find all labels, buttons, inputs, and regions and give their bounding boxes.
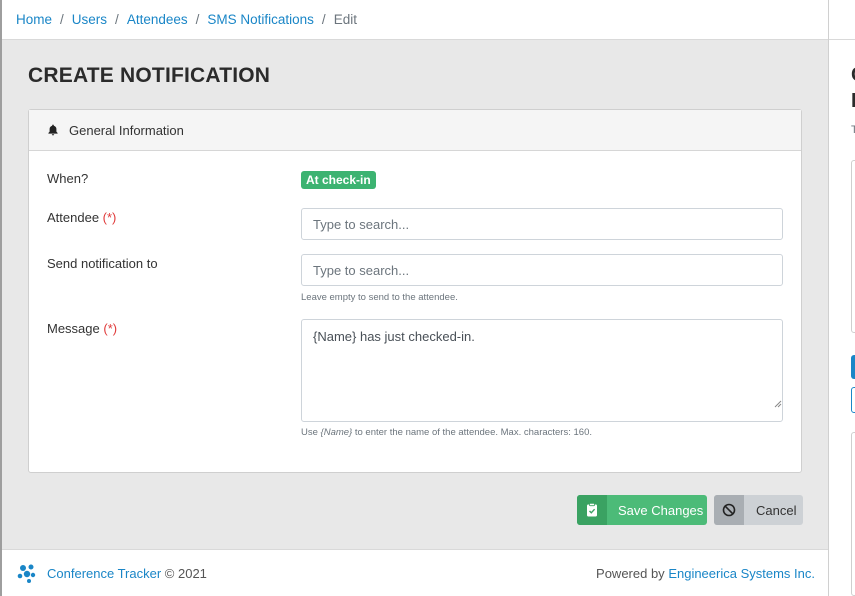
send-notification-to-label: Send notification to [47, 256, 158, 271]
ban-icon [714, 495, 744, 525]
breadcrumb-sms-notifications[interactable]: SMS Notifications [207, 12, 314, 27]
required-mark: (*) [102, 210, 117, 225]
cancel-label: Cancel [756, 502, 797, 518]
required-mark: (*) [103, 321, 118, 336]
breadcrumb-separator: / [60, 12, 64, 27]
general-information-card: General Information When? At check-in At… [28, 109, 802, 473]
right-panel-primary-button[interactable] [851, 355, 855, 379]
breadcrumb-current: Edit [333, 12, 357, 27]
attendee-label: Attendee (*) [47, 210, 117, 225]
send-to-help-text: Leave empty to send to the attendee. [301, 292, 458, 303]
save-changes-label: Save Changes [618, 502, 704, 518]
when-label: When? [47, 171, 89, 186]
right-panel-outline-button[interactable] [851, 387, 855, 413]
right-panel-title-fragment: I [851, 90, 855, 112]
card-header-title: General Information [69, 122, 184, 138]
name-token: {Name} [320, 427, 353, 438]
cancel-button[interactable]: Cancel [714, 495, 803, 525]
bell-icon [48, 124, 58, 136]
footer: Conference Tracker © 2021 Powered by Eng… [2, 549, 828, 596]
footer-app-link[interactable]: Conference Tracker [47, 566, 161, 581]
message-help-text: Use {Name} to enter the name of the atte… [301, 427, 592, 438]
message-textarea[interactable]: {Name} has just checked-in. [301, 319, 783, 422]
breadcrumb-separator: / [115, 12, 119, 27]
footer-copyright: Conference Tracker © 2021 [47, 565, 207, 581]
send-to-search-input[interactable] [301, 254, 783, 286]
resize-grip-icon[interactable] [774, 400, 782, 408]
breadcrumb-users[interactable]: Users [72, 12, 107, 27]
breadcrumb-separator: / [321, 12, 326, 27]
breadcrumb-attendees[interactable]: Attendees [127, 12, 188, 27]
footer-company-link[interactable]: Engineerica Systems Inc. [668, 566, 815, 581]
right-panel-card [851, 432, 855, 596]
conference-tracker-logo-icon [17, 564, 36, 583]
message-label: Message (*) [47, 321, 118, 336]
footer-powered-by: Powered by Engineerica Systems Inc. [596, 565, 815, 581]
right-panel-top-bar [829, 0, 855, 40]
right-panel-text-fragment: T [851, 124, 855, 136]
right-side-panel: C I T [828, 0, 855, 596]
breadcrumb-home[interactable]: Home [16, 12, 52, 27]
page-title: CREATE NOTIFICATION [28, 64, 271, 87]
clipboard-check-icon [577, 495, 607, 525]
breadcrumb-separator: / [195, 12, 200, 27]
main-content: CREATE NOTIFICATION General Information … [2, 40, 828, 549]
right-panel-title-fragment: C [851, 64, 855, 87]
card-header: General Information [29, 110, 801, 151]
save-changes-button[interactable]: Save Changes [577, 495, 707, 525]
breadcrumb: Home / Users / Attendees / SMS Notificat… [2, 0, 828, 40]
right-panel-card [851, 160, 855, 333]
attendee-search-input[interactable] [301, 208, 783, 240]
when-badge: At check-in [301, 171, 376, 189]
